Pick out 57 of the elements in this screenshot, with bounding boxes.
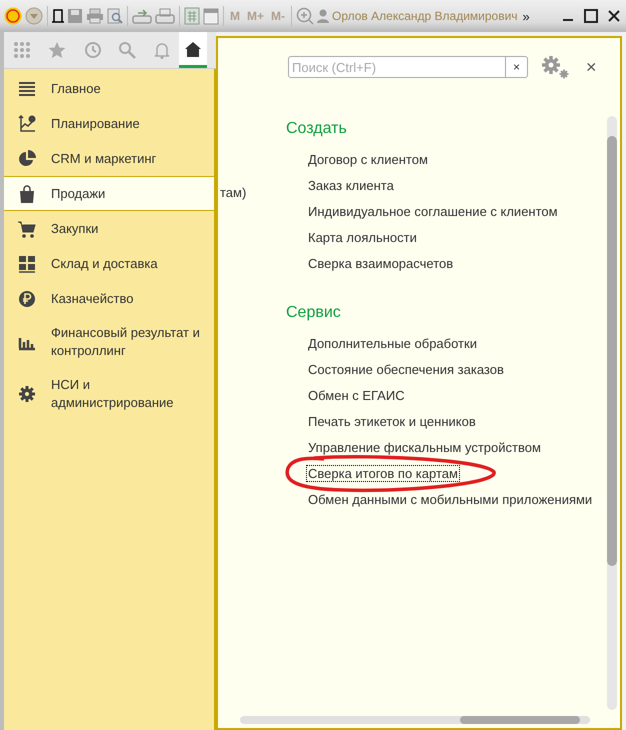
- apps-grid-icon[interactable]: [12, 41, 30, 59]
- more-button[interactable]: »: [522, 8, 530, 24]
- section-heading: Создать: [286, 120, 348, 139]
- menu-link[interactable]: Сверка взаиморасчетов: [306, 255, 456, 272]
- home-icon[interactable]: [184, 40, 202, 58]
- print-preview-icon[interactable]: [107, 8, 123, 24]
- sidebar-item[interactable]: Казначейство: [4, 281, 214, 316]
- clear-button[interactable]: ×: [506, 56, 528, 78]
- menu-link[interactable]: Управление фискальным устройством: [306, 439, 543, 456]
- sidebar-item[interactable]: Планирование: [4, 106, 214, 141]
- sidebar-item[interactable]: Склад и доставка: [4, 246, 214, 281]
- maximize-icon[interactable]: [584, 9, 598, 23]
- home-tab[interactable]: [179, 32, 207, 68]
- sidebar-item[interactable]: Финансовый результат и контроллинг: [4, 316, 214, 368]
- blocks-icon: [18, 254, 36, 272]
- menu-link[interactable]: Индивидуальное соглашение с клиентом: [306, 203, 560, 220]
- star-icon[interactable]: [48, 41, 66, 59]
- section-heading: Сервис: [286, 304, 342, 323]
- menu-link[interactable]: Карта лояльности: [306, 229, 419, 246]
- chart-icon: [18, 114, 36, 132]
- menu-link[interactable]: Обмен данными с мобильными приложениями: [306, 491, 594, 508]
- close-button[interactable]: ×: [582, 56, 601, 78]
- menu-link[interactable]: Обмен с ЕГАИС: [306, 387, 407, 404]
- close-icon[interactable]: [608, 10, 620, 22]
- scanner-icon[interactable]: [155, 8, 175, 24]
- zoom-in-icon[interactable]: [296, 7, 314, 25]
- calculator-icon[interactable]: [184, 7, 200, 25]
- sidebar-item[interactable]: Закупки: [4, 211, 214, 246]
- settings-icon[interactable]: [540, 54, 570, 80]
- sidebar-item[interactable]: CRM и маркетинг: [4, 141, 214, 176]
- bell-icon[interactable]: [152, 41, 170, 59]
- vertical-scrollbar[interactable]: [607, 116, 617, 710]
- list-icon: [18, 80, 36, 98]
- calendar-icon[interactable]: [203, 7, 219, 25]
- logo-icon[interactable]: [4, 7, 22, 25]
- history-icon[interactable]: [82, 41, 100, 59]
- export-icon[interactable]: [132, 8, 152, 24]
- search-icon[interactable]: [118, 41, 136, 59]
- horizontal-scrollbar[interactable]: [240, 716, 590, 724]
- sidebar-item[interactable]: НСИ и администрирование: [4, 368, 214, 420]
- document-icon[interactable]: [52, 8, 64, 24]
- user-icon: [317, 9, 330, 23]
- menu-link[interactable]: Печать этикеток и ценников: [306, 413, 478, 430]
- menu-link[interactable]: Заказ клиента: [306, 177, 396, 194]
- pie-chart-icon: [18, 150, 36, 168]
- menu-link[interactable]: Сверка итогов по картам: [306, 465, 460, 482]
- dropdown-icon[interactable]: [25, 7, 43, 25]
- search-field[interactable]: Поиск (Ctrl+F): [288, 56, 506, 78]
- menu-link[interactable]: Дополнительные обработки: [306, 335, 479, 352]
- bag-icon: [18, 184, 36, 202]
- menu-link[interactable]: Состояние обеспечения заказов: [306, 361, 506, 378]
- menu-link[interactable]: Договор с клиентом: [306, 151, 430, 168]
- sidebar-item[interactable]: Главное: [4, 71, 214, 106]
- ruble-icon: [18, 290, 36, 308]
- cart-icon: [18, 220, 36, 238]
- gear-icon: [18, 385, 36, 403]
- printer-icon[interactable]: [86, 8, 104, 24]
